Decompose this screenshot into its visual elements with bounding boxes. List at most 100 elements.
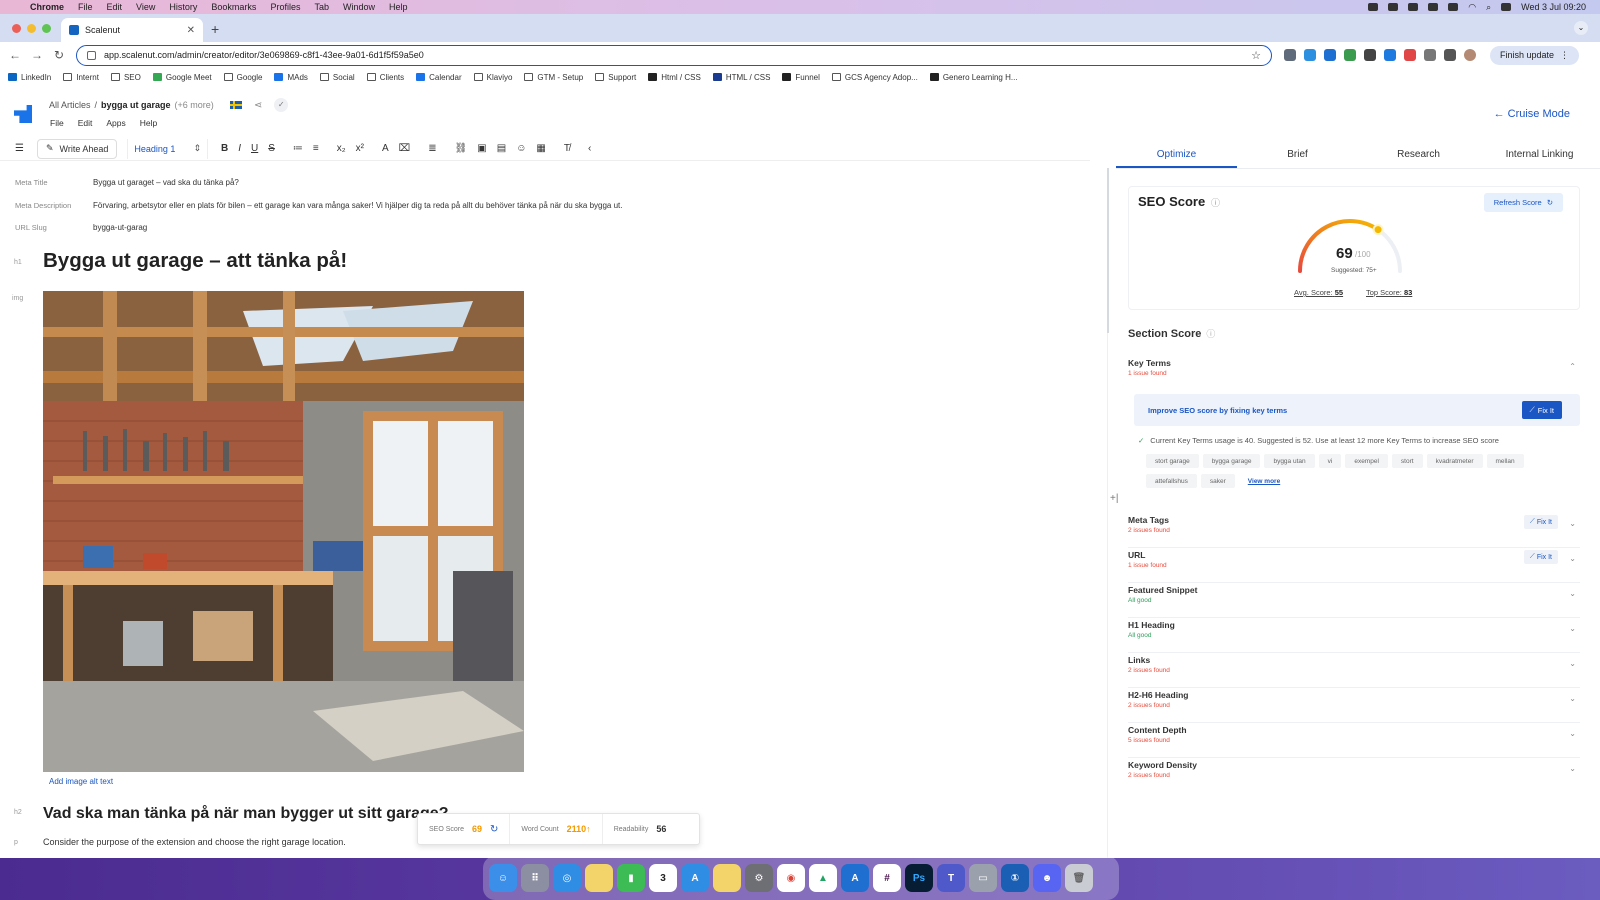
bookmark-item[interactable]: LinkedIn bbox=[8, 73, 51, 82]
menu-file[interactable]: File bbox=[50, 118, 64, 128]
status-icon[interactable] bbox=[1388, 3, 1399, 11]
clear-format-icon[interactable]: T̸ bbox=[559, 143, 575, 154]
1password-icon[interactable]: ① bbox=[1001, 864, 1029, 892]
add-image-alt-link[interactable]: Add image alt text bbox=[49, 777, 113, 786]
resize-handle-icon[interactable]: +| bbox=[1110, 493, 1118, 504]
collapse-toolbar-icon[interactable]: ‹ bbox=[583, 143, 596, 154]
app-store-icon[interactable]: A bbox=[681, 864, 709, 892]
address-bar[interactable]: app.scalenut.com/admin/creator/editor/3e… bbox=[76, 44, 1272, 66]
bookmark-folder[interactable]: Internt bbox=[63, 73, 99, 82]
italic-icon[interactable]: I bbox=[233, 143, 246, 154]
numbers-icon[interactable]: ▮ bbox=[617, 864, 645, 892]
menubar-file[interactable]: File bbox=[78, 2, 93, 12]
menubar-history[interactable]: History bbox=[169, 2, 197, 12]
close-tab-icon[interactable]: ✕ bbox=[187, 25, 195, 36]
editor-scrollbar[interactable] bbox=[1107, 168, 1109, 333]
notes-icon[interactable] bbox=[585, 864, 613, 892]
link-icon[interactable]: ⛓ bbox=[450, 143, 473, 154]
breadcrumb-all-articles[interactable]: All Articles bbox=[49, 100, 91, 110]
outline-toggle-icon[interactable]: ☰ bbox=[10, 143, 29, 154]
menubar-tab[interactable]: Tab bbox=[314, 2, 329, 12]
slack-icon[interactable]: # bbox=[873, 864, 901, 892]
tab-optimize[interactable]: Optimize bbox=[1116, 144, 1237, 168]
cruise-mode-link[interactable]: ← Cruise Mode bbox=[1494, 108, 1570, 120]
chevron-down-icon[interactable]: ⌄ bbox=[1569, 764, 1576, 773]
chevron-down-icon[interactable]: ⌄ bbox=[1569, 589, 1576, 598]
chevron-down-icon[interactable]: ⌄ bbox=[1569, 694, 1576, 703]
bookmark-item[interactable]: MAds bbox=[274, 73, 308, 82]
top-score[interactable]: Top Score: 83 bbox=[1366, 288, 1412, 297]
google-drive-icon[interactable]: ▲ bbox=[809, 864, 837, 892]
url-slug-input[interactable]: bygga-ut-garag bbox=[93, 223, 147, 232]
puzzle-icon[interactable] bbox=[1444, 49, 1456, 61]
category-content-depth[interactable]: Content Depth 5 issues found ⌄ bbox=[1128, 723, 1580, 758]
menubar-edit[interactable]: Edit bbox=[107, 2, 123, 12]
key-term-chip[interactable]: saker bbox=[1200, 474, 1235, 488]
menubar-window[interactable]: Window bbox=[343, 2, 375, 12]
bookmark-item[interactable]: Klaviyo bbox=[473, 73, 512, 82]
browser-tab[interactable]: Scalenut ✕ bbox=[61, 18, 203, 42]
info-icon[interactable]: ⓘ bbox=[1211, 196, 1220, 209]
table-icon[interactable]: ▦ bbox=[531, 143, 550, 154]
chevron-down-icon[interactable]: ⌄ bbox=[1569, 554, 1576, 563]
system-settings-icon[interactable]: ⚙ bbox=[745, 864, 773, 892]
bookmark-item[interactable]: Genero Learning H... bbox=[929, 73, 1018, 82]
key-term-chip[interactable]: attefallshus bbox=[1146, 474, 1197, 488]
stickies-icon[interactable] bbox=[713, 864, 741, 892]
menubar-help[interactable]: Help bbox=[389, 2, 408, 12]
align-icon[interactable]: ≣ bbox=[423, 143, 441, 154]
bookmark-item[interactable]: GCS Agency Adop... bbox=[831, 73, 918, 82]
forward-icon[interactable]: → bbox=[26, 48, 48, 62]
avatar[interactable] bbox=[1464, 49, 1476, 61]
image-icon[interactable]: ▣ bbox=[472, 143, 491, 154]
write-ahead-button[interactable]: ✎ Write Ahead bbox=[36, 138, 118, 159]
more-vert-icon[interactable]: ⋮ bbox=[1560, 50, 1569, 61]
fix-key-terms-button[interactable]: ⟋ Fix It bbox=[1521, 401, 1562, 419]
strikethrough-icon[interactable]: S bbox=[263, 143, 280, 154]
menubar-view[interactable]: View bbox=[136, 2, 155, 12]
fix-it-button[interactable]: ⟋ Fix It bbox=[1523, 515, 1558, 529]
key-term-chip[interactable]: stort garage bbox=[1146, 454, 1199, 468]
launchpad-icon[interactable]: ⠿ bbox=[521, 864, 549, 892]
article-name[interactable]: bygga ut garage bbox=[101, 100, 171, 110]
site-info-icon[interactable] bbox=[87, 50, 96, 60]
azure-data-studio-icon[interactable]: A bbox=[841, 864, 869, 892]
tab-search-icon[interactable]: ⌄ bbox=[1574, 21, 1588, 35]
key-term-chip[interactable]: exempel bbox=[1345, 454, 1388, 468]
bookmark-folder[interactable]: Social bbox=[319, 73, 355, 82]
chrome-icon[interactable]: ◉ bbox=[777, 864, 805, 892]
search-icon[interactable]: ⌕ bbox=[1486, 2, 1491, 13]
extension-icon[interactable] bbox=[1304, 49, 1316, 61]
article-h1[interactable]: Bygga ut garage – att tänka på! bbox=[43, 249, 347, 273]
tab-internal-linking[interactable]: Internal Linking bbox=[1479, 144, 1600, 168]
finder-icon[interactable]: ☺ bbox=[489, 864, 517, 892]
chevron-down-icon[interactable]: ⌄ bbox=[1569, 729, 1576, 738]
bookmark-folder[interactable]: SEO bbox=[110, 73, 141, 82]
category-meta-tags[interactable]: Meta Tags 2 issues found ⟋ Fix It ⌄ bbox=[1128, 513, 1580, 548]
bluetooth-icon[interactable] bbox=[1428, 3, 1439, 11]
chevron-down-icon[interactable]: ⌄ bbox=[1569, 624, 1576, 633]
key-term-chip[interactable]: vi bbox=[1318, 454, 1342, 468]
article-h2[interactable]: Vad ska man tänka på när man bygger ut s… bbox=[43, 805, 448, 823]
chevron-down-icon[interactable]: ⌄ bbox=[1569, 519, 1576, 528]
bold-icon[interactable]: B bbox=[216, 143, 233, 154]
key-term-chip[interactable]: stort bbox=[1391, 454, 1423, 468]
photoshop-icon[interactable]: Ps bbox=[905, 864, 933, 892]
category-h2-h6-heading[interactable]: H2-H6 Heading 2 issues found ⌄ bbox=[1128, 688, 1580, 723]
key-term-chip[interactable]: bygga utan bbox=[1264, 454, 1315, 468]
category-h1-heading[interactable]: H1 Heading All good ⌄ bbox=[1128, 618, 1580, 653]
key-term-chip[interactable]: bygga garage bbox=[1202, 454, 1261, 468]
back-icon[interactable]: ← bbox=[4, 48, 26, 62]
bookmark-item[interactable]: HTML / CSS bbox=[712, 73, 770, 82]
fix-it-button[interactable]: ⟋ Fix It bbox=[1523, 550, 1558, 564]
bookmark-item[interactable]: Calendar bbox=[416, 73, 462, 82]
extension-icon[interactable] bbox=[1344, 49, 1356, 61]
reload-icon[interactable]: ↻ bbox=[48, 48, 70, 62]
menu-edit[interactable]: Edit bbox=[78, 118, 93, 128]
menu-help[interactable]: Help bbox=[140, 118, 157, 128]
swedish-flag-icon[interactable] bbox=[229, 101, 242, 109]
category-links[interactable]: Links 2 issues found ⌄ bbox=[1128, 653, 1580, 688]
extension-icon[interactable] bbox=[1364, 49, 1376, 61]
article-paragraph[interactable]: Consider the purpose of the extension an… bbox=[43, 837, 346, 847]
article-image[interactable] bbox=[43, 291, 524, 772]
